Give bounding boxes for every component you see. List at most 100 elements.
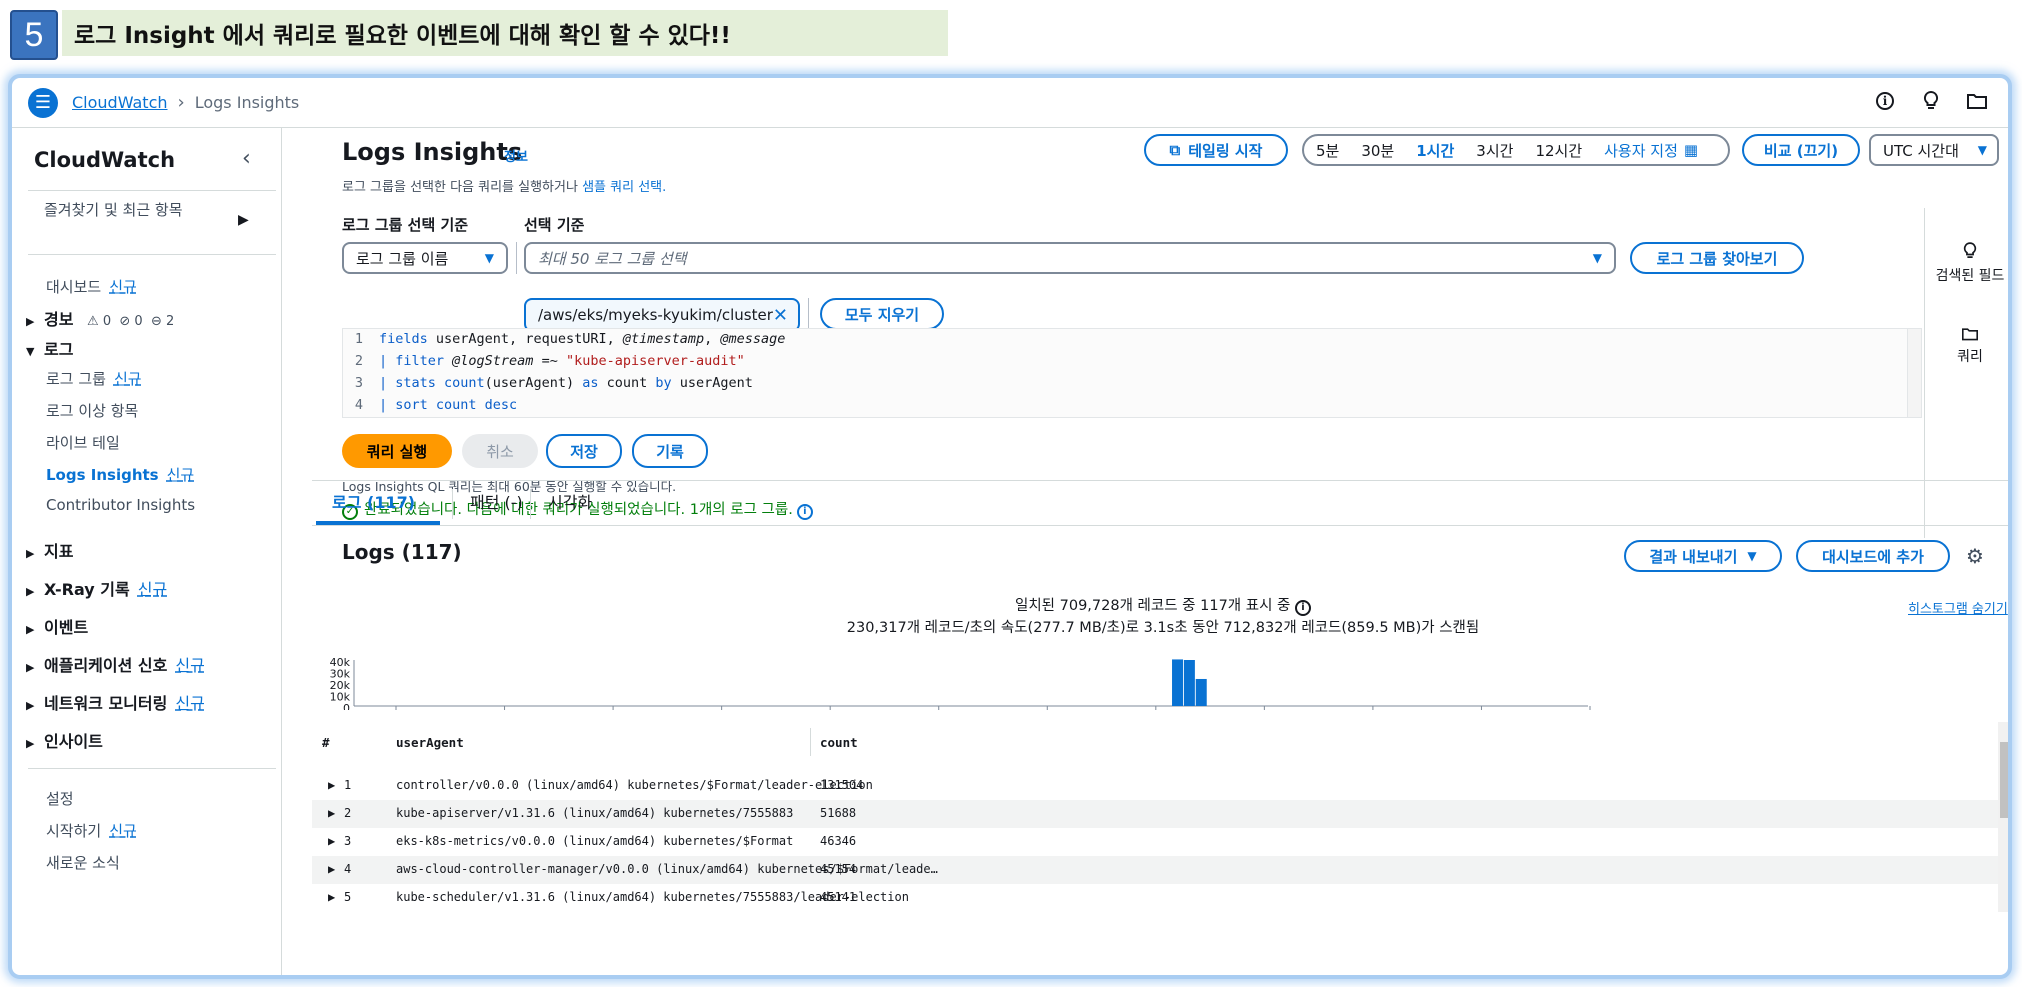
caret-right-icon: ▶ xyxy=(26,315,35,328)
time-range-5m[interactable]: 5분 xyxy=(1316,140,1339,161)
sidebar-item-insights[interactable]: ▶ 인사이트 xyxy=(26,728,103,752)
column-divider xyxy=(810,728,811,756)
menu-icon[interactable]: ☰ xyxy=(28,87,58,118)
table-scrollbar-thumb[interactable] xyxy=(2000,742,2008,818)
caret-right-icon: ▶ xyxy=(26,699,35,712)
log-group-select[interactable]: 최대 50 로그 그룹 선택 ▼ xyxy=(524,242,1616,274)
histogram-bar xyxy=(1195,678,1207,706)
histogram-chart: 010k20k30k40k11:5011:55Mar12:0512:1012:1… xyxy=(330,656,1591,710)
sidebar-item-settings[interactable]: 설정 xyxy=(46,788,74,809)
table-row[interactable]: ▶ 5 kube-scheduler/v1.31.6 (linux/amd64) k… xyxy=(312,884,1998,912)
table-row[interactable]: ▶ 1 controller/v0.0.0 (linux/amd64) kubern… xyxy=(312,772,1998,800)
clear-all-button[interactable]: 모두 지우기 xyxy=(820,298,944,330)
expand-row-icon[interactable]: ▶ xyxy=(328,890,335,904)
save-query-button[interactable]: 저장 xyxy=(546,434,622,468)
selected-log-group-token: /aws/eks/myeks-kyukim/cluster ✕ xyxy=(524,298,800,332)
info-icon[interactable]: i xyxy=(1294,600,1311,616)
expand-row-icon[interactable]: ▶ xyxy=(328,862,335,876)
sidebar-title: CloudWatch xyxy=(34,148,176,172)
sidebar-item-getting-started[interactable]: 시작하기 신규 xyxy=(46,820,137,841)
gear-icon[interactable]: ⚙ xyxy=(1966,544,1984,568)
sidebar-item-label: 경보 xyxy=(44,310,74,329)
sidebar-item-live-tail[interactable]: 라이브 테일 xyxy=(46,432,120,453)
sidebar-favorites[interactable]: 즐겨찾기 및 최근 항목 xyxy=(44,200,194,220)
y-tick-label: 30k xyxy=(330,668,351,681)
code-line: 1 fields userAgent, requestURI, @timesta… xyxy=(354,331,786,347)
alarm-status-counts: ⚠ 0 ⊘ 0 ⊖ 2 xyxy=(87,314,175,329)
tab-patterns[interactable]: 패턴 (-) xyxy=(470,489,523,513)
sidebar-item-application-signals[interactable]: ▶ 애플리케이션 신호 신규 xyxy=(26,652,205,676)
expand-row-icon[interactable]: ▶ xyxy=(328,806,335,820)
time-range-3h[interactable]: 3시간 xyxy=(1476,140,1513,161)
caret-right-icon[interactable]: ▶ xyxy=(238,212,249,228)
sidebar-item-log-groups[interactable]: 로그 그룹 신규 xyxy=(46,368,142,389)
histogram-bar xyxy=(1183,660,1195,706)
sidebar-item-label: 로그 xyxy=(44,340,74,359)
folder-icon[interactable] xyxy=(1966,90,1988,112)
sidebar-item-dashboard[interactable]: 대시보드 신규 xyxy=(46,276,137,297)
sidebar-item-alarms[interactable]: ▶ 경보 ⚠ 0 ⊘ 0 ⊖ 2 xyxy=(26,306,174,330)
calendar-icon[interactable]: ▦ xyxy=(1684,141,1698,159)
time-range-custom[interactable]: 사용자 지정 xyxy=(1604,140,1678,161)
table-row[interactable]: ▶ 3 eks-k8s-metrics/v0.0.0 (linux/amd64) k… xyxy=(312,828,1998,856)
results-tabs: 로그 (117) 패턴 (-) 시각화 xyxy=(312,480,2008,526)
run-query-button[interactable]: 쿼리 실행 xyxy=(342,434,452,468)
table-row[interactable]: ▶ 4 aws-cloud-controller-manager/v0.0.0 (l… xyxy=(312,856,1998,884)
table-row[interactable]: ▶ 2 kube-apiserver/v1.31.6 (linux/amd64) k… xyxy=(312,800,1998,828)
tab-visualization[interactable]: 시각화 xyxy=(548,489,592,513)
time-range-1h[interactable]: 1시간 xyxy=(1416,140,1454,161)
time-range-30m[interactable]: 30분 xyxy=(1361,140,1394,161)
editor-scrollbar[interactable] xyxy=(1907,329,1921,417)
sidebar-item-xray[interactable]: ▶ X-Ray 기록 신규 xyxy=(26,576,167,600)
caret-right-icon: ▶ xyxy=(26,547,35,560)
caret-down-icon: ▼ xyxy=(1747,549,1757,563)
add-to-dashboard-button[interactable]: 대시보드에 추가 xyxy=(1796,540,1950,572)
column-header-count[interactable]: count xyxy=(820,722,858,762)
expand-row-icon[interactable]: ▶ xyxy=(328,834,335,848)
results-title: Logs (117) xyxy=(342,540,462,564)
sample-query-link[interactable]: 샘플 쿼리 선택. xyxy=(582,180,666,195)
sidebar-item-label: 대시보드 xyxy=(46,278,102,296)
sidebar-item-log-anomalies[interactable]: 로그 이상 항목 xyxy=(46,400,138,421)
sidebar-item-logs-insights[interactable]: Logs Insights 신규 xyxy=(46,464,194,485)
breadcrumb-cloudwatch[interactable]: CloudWatch xyxy=(72,93,168,112)
divider xyxy=(28,768,276,769)
new-badge: 신규 xyxy=(175,656,205,675)
tab-logs[interactable]: 로그 (117) xyxy=(332,489,415,513)
info-link[interactable]: 정보 xyxy=(504,146,528,165)
sidebar-item-contributor-insights[interactable]: Contributor Insights xyxy=(46,496,195,514)
criteria-label: 선택 기준 xyxy=(524,216,585,234)
y-tick-label: 10k xyxy=(330,691,351,704)
lightbulb-icon[interactable] xyxy=(1920,90,1942,112)
info-icon[interactable]: i xyxy=(1874,90,1896,112)
expand-row-icon[interactable]: ▶ xyxy=(328,778,335,792)
new-badge: 신규 xyxy=(113,370,142,388)
collapse-sidebar-icon[interactable]: ‹ xyxy=(242,146,251,171)
column-header-useragent[interactable]: userAgent xyxy=(396,722,464,762)
query-editor[interactable]: 1 fields userAgent, requestURI, @timesta… xyxy=(342,328,1922,418)
query-history-button[interactable]: 기록 xyxy=(632,434,708,468)
console-screenshot: ☰ CloudWatch › Logs Insights i CloudWatc… xyxy=(8,74,2012,979)
sidebar-item-events[interactable]: ▶ 이벤트 xyxy=(26,614,88,638)
start-tailing-button[interactable]: ⧉ 테일링 시작 xyxy=(1144,134,1288,166)
step-number: 5 xyxy=(10,10,58,60)
scan-stats: 230,317개 레코드/초의 속도(277.7 MB/초)로 3.1s초 동안… xyxy=(846,620,1480,636)
saved-queries-panel[interactable]: 쿼리 xyxy=(1925,326,2008,366)
results-table: # userAgent count ▶ 1 controller/v0.0.0 (l… xyxy=(312,722,2008,912)
time-range-selector: 5분 30분 1시간 3시간 12시간 사용자 지정 ▦ xyxy=(1302,134,1730,166)
sidebar-item-whats-new[interactable]: 새로운 소식 xyxy=(46,852,120,873)
discovered-fields-panel[interactable]: 검색된 필드 xyxy=(1925,242,2008,285)
sidebar-item-network-monitoring[interactable]: ▶ 네트워크 모니터링 신규 xyxy=(26,690,205,714)
select-by-dropdown[interactable]: 로그 그룹 이름 ▼ xyxy=(342,242,508,274)
sidebar-item-metrics[interactable]: ▶ 지표 xyxy=(26,538,73,562)
export-results-button[interactable]: 결과 내보내기 ▼ xyxy=(1624,540,1782,572)
cancel-query-button[interactable]: 취소 xyxy=(462,434,538,468)
compare-button[interactable]: 비교 (끄기) xyxy=(1742,134,1860,166)
sidebar-item-logs[interactable]: ▼ 로그 xyxy=(26,336,73,360)
browse-log-groups-button[interactable]: 로그 그룹 찾아보기 xyxy=(1630,242,1804,274)
time-range-12h[interactable]: 12시간 xyxy=(1535,140,1582,161)
divider xyxy=(808,298,809,330)
divider xyxy=(28,190,276,191)
remove-token-icon[interactable]: ✕ xyxy=(773,305,788,326)
timezone-select[interactable]: UTC 시간대 ▼ xyxy=(1869,134,1999,166)
